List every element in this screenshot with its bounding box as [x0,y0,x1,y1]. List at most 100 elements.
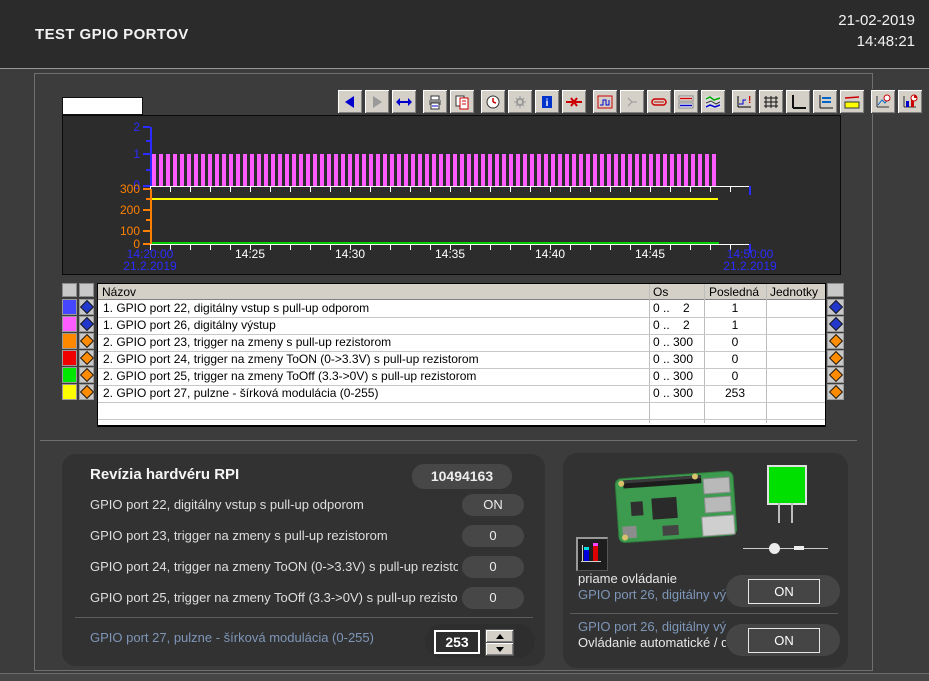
clock-icon[interactable] [480,89,506,114]
table-row[interactable]: 2. GPIO port 25, trigger na zmeny ToOff … [98,368,825,386]
trend-color-swatch[interactable] [62,384,77,400]
up-arrow-icon [496,634,504,639]
slider-track[interactable] [743,548,828,549]
col-header-last[interactable]: Posledná [709,285,759,299]
slider-thumb[interactable] [769,543,780,554]
gpio23-label: GPIO port 23, trigger na zmeny s pull-up… [90,528,388,543]
scale-icon[interactable] [592,89,618,114]
table-row[interactable]: 1. GPIO port 22, digitálny vstup s pull-… [98,300,825,318]
svg-text:i: i [546,98,549,109]
trend-marker-button-right[interactable] [827,367,844,383]
chart-clock-icon[interactable] [870,89,896,114]
forward-icon[interactable] [364,89,390,114]
digital-tick [143,126,150,128]
gpio23-value-button[interactable]: 0 [462,525,524,547]
time-span-icon[interactable] [391,89,417,114]
diamond-icon [828,385,842,399]
gpio26-square-wave-trace [152,154,718,186]
digital-tick-label: 1 [118,147,140,161]
direct-on-button[interactable]: ON [726,575,840,607]
gpio-control-panel: priame ovládanie GPIO port 26, digitálny… [563,453,848,668]
diamond-icon [79,351,93,365]
trend-marker-button[interactable] [79,333,94,349]
trend-marker-button-right[interactable] [827,316,844,332]
analog-tick [146,198,150,200]
multi-trends-icon[interactable] [700,89,726,114]
toolbar-group-output [422,89,475,114]
col-header-units[interactable]: Jednotky [770,285,818,299]
info-icon[interactable]: i [534,89,560,114]
trend-marker-button[interactable] [79,350,94,366]
diamond-icon [79,385,93,399]
trend-marker-button[interactable] [79,384,94,400]
trend-marker-button[interactable] [79,299,94,315]
gpio27-pwm-label: GPIO port 27, pulzne - šírková modulácia… [90,630,374,645]
print-icon[interactable] [422,89,448,114]
trend-color-swatch[interactable] [62,316,77,332]
chart-stats-icon[interactable] [897,89,923,114]
table-row[interactable]: 2. GPIO port 24, trigger na zmeny ToON (… [98,351,825,369]
trend-color-swatch[interactable] [62,299,77,315]
trend-marker-button[interactable] [79,367,94,383]
gpio22-value-button[interactable]: ON [462,494,524,516]
digital-end-tick [749,186,751,195]
pointer-icon[interactable] [619,89,645,114]
col-header-name[interactable]: Názov [102,285,136,299]
line-style-icon[interactable] [646,89,672,114]
x-tick-label: 14:35 [428,247,472,261]
digital-tick [143,185,150,187]
analog-tick [146,219,150,221]
trend-marker-button-right[interactable] [827,384,844,400]
pwm-spinner: 253 [425,624,535,658]
toolbar-group-view: i [480,89,587,114]
slider-segment [794,546,804,550]
trend-preset-input[interactable] [62,97,143,115]
trend-color-swatch[interactable] [62,333,77,349]
spinner-up-button[interactable] [485,629,514,643]
gpio25-label: GPIO port 25, trigger na zmeny ToOff (3.… [90,590,458,605]
col-header-axis[interactable]: Os [653,285,668,299]
diamond-icon [828,300,842,314]
copy-icon[interactable] [449,89,475,114]
trend-marker-button-right[interactable] [827,333,844,349]
trend-marker-button-right[interactable] [827,299,844,315]
auto-control-sublabel: GPIO port 26, digitálny výst [578,619,726,634]
bar-chart-icon[interactable] [576,537,608,571]
gpio25-value-button[interactable]: 0 [462,587,524,609]
gpio22-label: GPIO port 22, digitálny vstup s pull-up … [90,497,364,512]
table-row[interactable]: 1. GPIO port 26, digitálny výstup0 .. 21 [98,317,825,335]
auto-on-button[interactable]: ON [726,624,840,656]
table-row[interactable]: 2. GPIO port 23, trigger na zmeny s pull… [98,334,825,352]
cut-axis-icon[interactable] [561,89,587,114]
datetime-display: 21-02-2019 14:48:21 [838,10,915,52]
digital-tick [143,153,150,155]
grid-icon[interactable] [758,89,784,114]
trend-marker-button-right[interactable] [827,350,844,366]
x-tick-label: 14:25 [228,247,272,261]
table-row[interactable]: 2. GPIO port 27, pulzne - šírková modulá… [98,385,825,403]
trend-color-swatch[interactable] [62,350,77,366]
analog-tick-label: 300 [114,182,140,196]
diamond-icon [828,351,842,365]
stacked-trends-icon[interactable] [673,89,699,114]
trend-marker-button[interactable] [79,316,94,332]
trend-table: Názov Os Posledná Jednotky 1. GPIO port … [97,283,826,427]
trend-color-swatch[interactable] [62,367,77,383]
gear-icon[interactable] [507,89,533,114]
diamond-icon [79,368,93,382]
bottom-strip [0,673,929,681]
gpio24-label: GPIO port 24, trigger na zmeny ToON (0->… [90,559,458,574]
spinner-down-button[interactable] [485,642,514,656]
trend-toolbar: i ! [337,89,928,114]
gpio24-value-button[interactable]: 0 [462,556,524,578]
trend-chart[interactable]: 2 1 0 300 200 100 0 14:25 14:30 14:35 14… [62,115,841,275]
highlight-trend-icon[interactable] [839,89,865,114]
pwm-value-input[interactable]: 253 [434,630,480,654]
axes-icon[interactable] [785,89,811,114]
analog-tick-label: 200 [114,203,140,217]
panel-divider [75,617,533,618]
back-icon[interactable] [337,89,363,114]
alarm-chart-icon[interactable]: ! [731,89,757,114]
axis-lines-icon[interactable] [812,89,838,114]
app-window: TEST GPIO PORTOV 21-02-2019 14:48:21 i [0,0,929,681]
